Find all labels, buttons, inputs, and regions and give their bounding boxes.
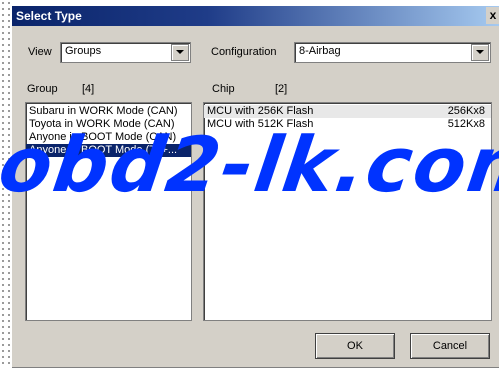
dialog-title: Select Type xyxy=(16,9,82,23)
group-list-item[interactable]: Subaru in WORK Mode (CAN) xyxy=(26,105,191,118)
configuration-select[interactable]: 8-Airbag xyxy=(294,42,491,63)
view-select[interactable]: Groups xyxy=(60,42,191,63)
ok-button[interactable]: OK xyxy=(315,333,395,359)
group-list-item[interactable]: Anyone in BOOT Mode (CAN) xyxy=(26,131,191,144)
chevron-down-icon xyxy=(476,50,484,54)
select-type-dialog: Select Type x View Groups Configuration … xyxy=(11,5,499,368)
view-dropdown-button[interactable] xyxy=(171,44,189,61)
chip-size: 256Kx8 xyxy=(447,105,485,117)
configuration-label: Configuration xyxy=(211,46,277,58)
title-bar: Select Type x xyxy=(12,6,499,26)
chip-list-item[interactable]: MCU with 512K Flash 512Kx8 xyxy=(204,118,491,131)
configuration-select-value: 8-Airbag xyxy=(299,45,341,57)
view-select-value: Groups xyxy=(65,45,102,57)
group-list-item-selected[interactable]: Anyone in BOOT Mode (Tx+... xyxy=(26,144,191,157)
chip-label: Chip xyxy=(212,83,235,95)
close-button[interactable]: x xyxy=(486,7,499,24)
group-label: Group xyxy=(27,83,58,95)
cancel-button[interactable]: Cancel xyxy=(410,333,490,359)
chip-list[interactable]: MCU with 256K Flash 256Kx8 MCU with 512K… xyxy=(203,102,492,321)
chip-count: [2] xyxy=(275,83,288,95)
view-label: View xyxy=(28,46,52,58)
group-list[interactable]: Subaru in WORK Mode (CAN) Toyota in WORK… xyxy=(25,102,192,321)
group-list-item[interactable]: Toyota in WORK Mode (CAN) xyxy=(26,118,191,131)
group-count: [4] xyxy=(82,83,95,95)
configuration-dropdown-button[interactable] xyxy=(471,44,489,61)
chevron-down-icon xyxy=(176,50,184,54)
chip-name: MCU with 256K Flash xyxy=(207,105,314,117)
chip-list-item[interactable]: MCU with 256K Flash 256Kx8 xyxy=(204,105,491,118)
chip-name: MCU with 512K Flash xyxy=(207,118,314,130)
chip-size: 512Kx8 xyxy=(447,118,485,130)
